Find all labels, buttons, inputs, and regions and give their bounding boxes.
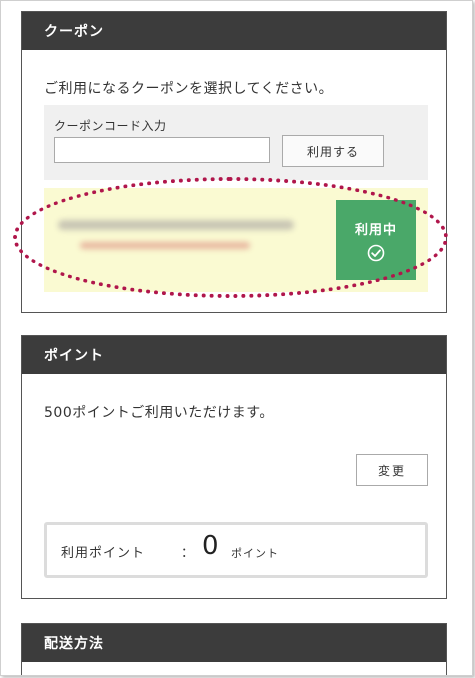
coupon-apply-button[interactable]: 利用する: [282, 135, 384, 167]
points-usage-value: 0: [202, 531, 219, 561]
check-circle-icon: [367, 244, 385, 261]
points-usage-label: 利用ポイント: [61, 546, 146, 561]
coupon-code-label: クーポンコード入力: [54, 119, 167, 133]
points-change-button[interactable]: 変更: [356, 454, 428, 486]
points-available-text: 500ポイントご利用いただけます。: [44, 405, 274, 421]
points-section: ポイント 500ポイントご利用いただけます。 変更 利用ポイント ： 0 ポイン…: [21, 335, 447, 599]
coupon-section-header: クーポン: [22, 12, 446, 50]
coupon-name-blurred: [58, 220, 294, 230]
shipping-section: 配送方法: [21, 623, 447, 675]
coupon-in-use-button[interactable]: 利用中: [336, 200, 416, 280]
points-colon: ：: [181, 546, 195, 561]
coupon-code-panel: クーポンコード入力 利用する: [44, 105, 428, 180]
selected-coupon-row[interactable]: 利用中: [44, 188, 428, 292]
coupon-code-input[interactable]: [54, 137, 270, 163]
points-usage-box: 利用ポイント ： 0 ポイント: [44, 522, 428, 578]
points-section-header: ポイント: [22, 336, 446, 374]
page-frame: クーポン ご利用になるクーポンを選択してください。 クーポンコード入力 利用する…: [0, 0, 473, 676]
in-use-label: 利用中: [354, 222, 397, 238]
coupon-instruction: ご利用になるクーポンを選択してください。: [44, 81, 334, 97]
coupon-detail-blurred: [80, 242, 250, 249]
shipping-section-header: 配送方法: [22, 624, 446, 662]
points-usage-unit: ポイント: [231, 547, 279, 560]
coupon-section: クーポン ご利用になるクーポンを選択してください。 クーポンコード入力 利用する…: [21, 11, 447, 313]
